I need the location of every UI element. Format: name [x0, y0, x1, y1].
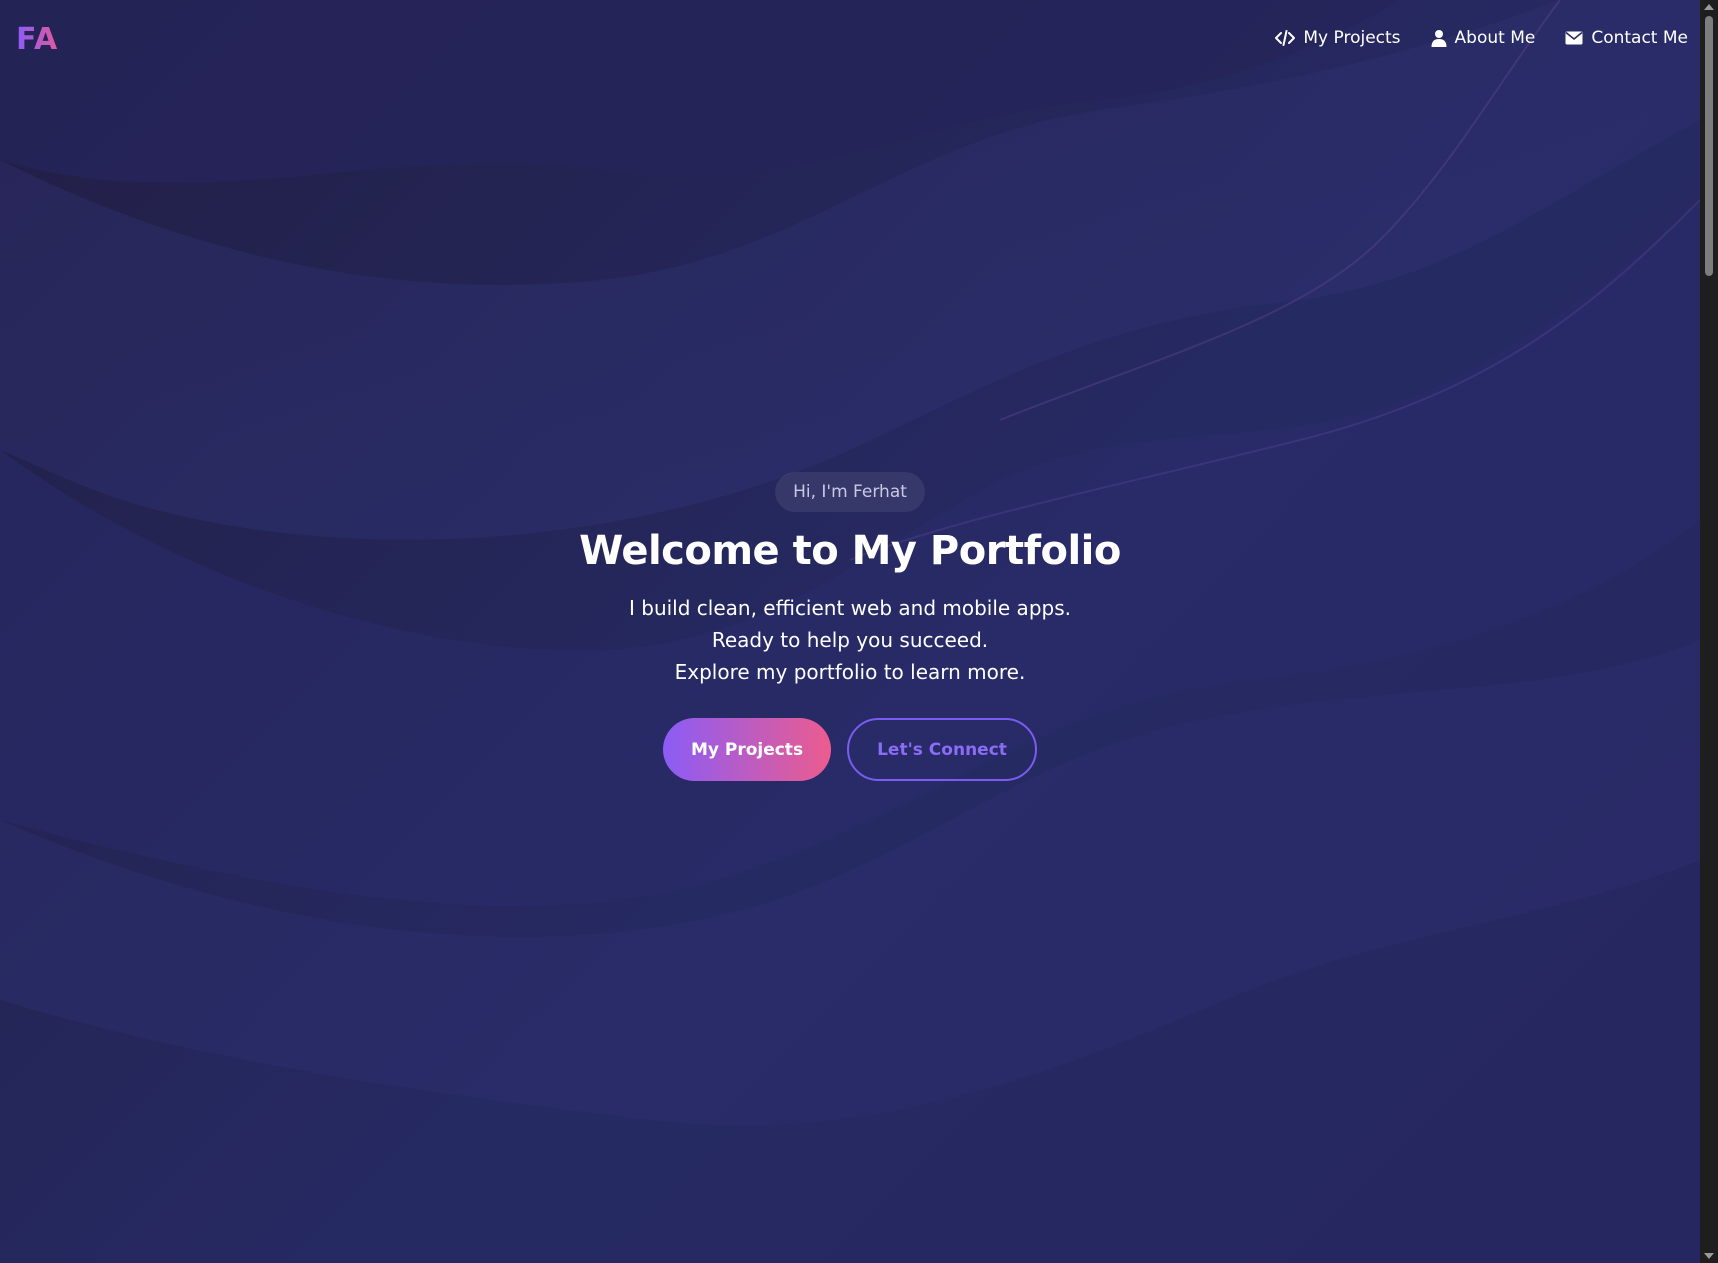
- hero-section: Hi, I'm Ferhat Welcome to My Portfolio I…: [0, 472, 1700, 781]
- scroll-up-arrow-icon[interactable]: [1704, 4, 1714, 10]
- tagline-line: Ready to help you succeed.: [711, 628, 989, 652]
- lets-connect-button[interactable]: Let's Connect: [847, 718, 1037, 781]
- nav-contact-me[interactable]: Contact Me: [1565, 28, 1688, 48]
- my-projects-button[interactable]: My Projects: [663, 718, 831, 781]
- scroll-down-arrow-icon[interactable]: [1704, 1253, 1714, 1259]
- nav-about-me[interactable]: About Me: [1431, 28, 1536, 48]
- envelope-icon: [1565, 31, 1583, 45]
- tagline: I build clean, efficient web and mobile …: [629, 592, 1071, 688]
- greeting-badge: Hi, I'm Ferhat: [775, 472, 925, 512]
- scrollbar[interactable]: [1700, 0, 1718, 1263]
- logo[interactable]: FA: [16, 22, 58, 57]
- nav-label: About Me: [1454, 28, 1536, 48]
- page-title: Welcome to My Portfolio: [579, 528, 1121, 574]
- tagline-line: I build clean, efficient web and mobile …: [629, 596, 1071, 620]
- nav-label: My Projects: [1303, 28, 1401, 48]
- main-nav: My Projects About Me Contact Me: [1275, 28, 1688, 48]
- scrollbar-thumb[interactable]: [1705, 16, 1713, 276]
- page: FA My Projects About Me Contact Me Hi, I…: [0, 0, 1718, 1263]
- code-icon: [1275, 30, 1296, 46]
- tagline-line: Explore my portfolio to learn more.: [674, 660, 1026, 684]
- nav-label: Contact Me: [1591, 28, 1688, 48]
- nav-my-projects[interactable]: My Projects: [1275, 28, 1401, 48]
- hero-actions: My Projects Let's Connect: [663, 718, 1037, 781]
- user-icon: [1431, 29, 1447, 47]
